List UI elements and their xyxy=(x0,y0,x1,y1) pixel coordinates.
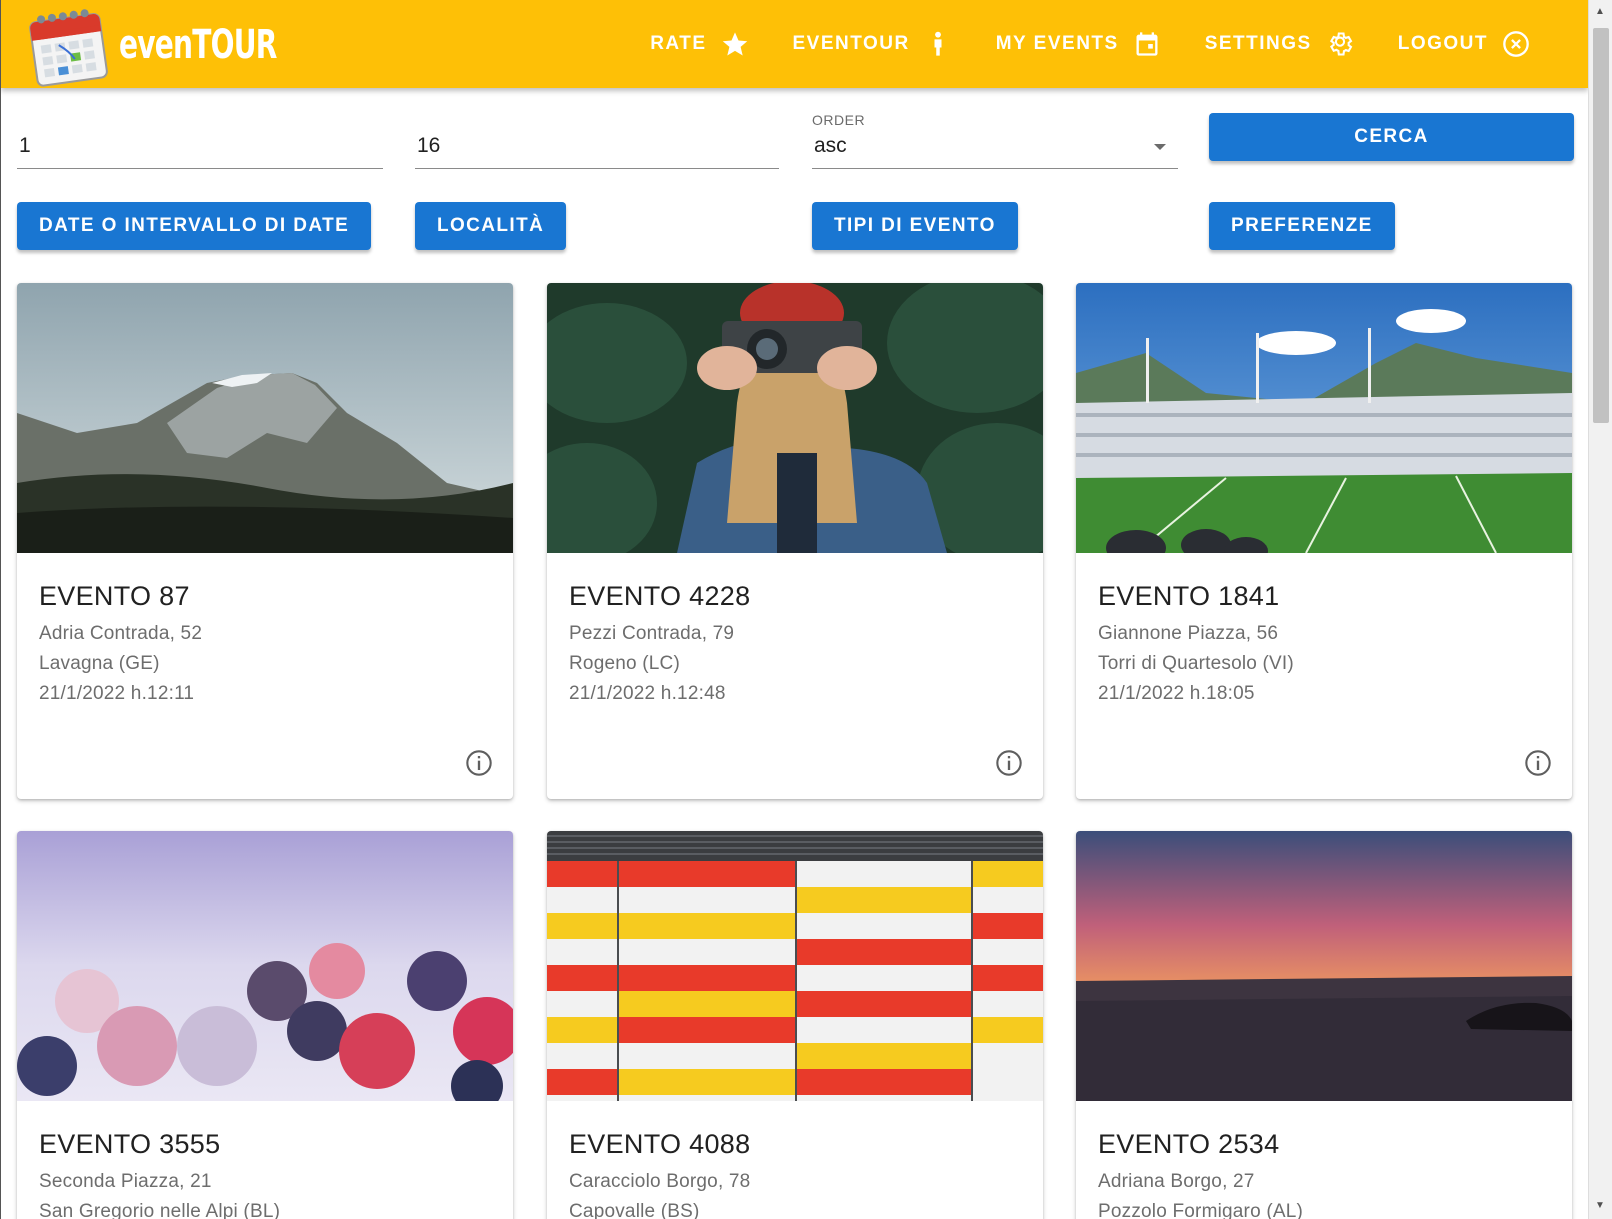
event-card[interactable]: EVENTO 4228 Pezzi Contrada, 79 Rogeno (L… xyxy=(547,283,1043,799)
event-title: EVENTO 1841 xyxy=(1098,581,1280,611)
event-city: San Gregorio nelle Alpi (BL) xyxy=(39,1201,281,1219)
event-types-button[interactable]: TIPI DI EVENTO xyxy=(812,202,1018,250)
brand-name[interactable]: evenTOUR xyxy=(119,22,277,68)
event-address: Adriana Borgo, 27 xyxy=(1098,1171,1255,1192)
search-button[interactable]: CERCA xyxy=(1209,113,1574,161)
event-image-frozen-berries xyxy=(17,831,513,1112)
event-image-striped-wall xyxy=(547,831,1043,1101)
date-range-button[interactable]: DATE O INTERVALLO DI DATE xyxy=(17,202,372,250)
nav-logout[interactable]: LOGOUT xyxy=(1376,30,1552,58)
app-bar: evenTOUR RATE EVENTOUR MY EVENTS SETTING… xyxy=(1,0,1588,88)
info-icon[interactable] xyxy=(465,749,493,777)
event-title: EVENTO 87 xyxy=(39,581,190,611)
nav-settings[interactable]: SETTINGS xyxy=(1183,30,1376,58)
event-image-photographer xyxy=(547,283,1043,563)
event-datetime: 21/1/2022 h.12:11 xyxy=(39,683,195,704)
from-field[interactable]: 1 xyxy=(17,112,383,169)
event-city: Rogeno (LC) xyxy=(569,653,680,674)
person-icon xyxy=(934,31,942,56)
order-value: asc xyxy=(814,134,847,157)
event-address: Pezzi Contrada, 79 xyxy=(569,623,735,644)
nav-my-events-label: MY EVENTS xyxy=(995,33,1119,54)
nav-rate-label: RATE xyxy=(650,33,707,54)
scroll-up-arrow-icon[interactable]: ▲ xyxy=(1595,6,1605,17)
event-datetime: 21/1/2022 h.18:05 xyxy=(1098,683,1255,704)
order-label: ORDER xyxy=(812,112,866,128)
chevron-down-icon xyxy=(1154,144,1166,150)
nav-eventour[interactable]: EVENTOUR xyxy=(771,30,974,58)
to-field[interactable]: 16 xyxy=(415,112,779,169)
event-title: EVENTO 2534 xyxy=(1098,1129,1280,1159)
order-select[interactable]: ORDER asc xyxy=(812,112,1178,169)
info-icon[interactable] xyxy=(1524,749,1552,777)
event-city: Capovalle (BS) xyxy=(569,1201,700,1219)
nav-logout-label: LOGOUT xyxy=(1397,33,1488,54)
event-title: EVENTO 3555 xyxy=(39,1129,221,1159)
event-city: Pozzolo Formigaro (AL) xyxy=(1098,1201,1304,1219)
event-address: Caracciolo Borgo, 78 xyxy=(569,1171,751,1192)
event-title: EVENTO 4228 xyxy=(569,581,751,611)
calendar-logo-icon[interactable] xyxy=(25,4,109,88)
event-address: Seconda Piazza, 21 xyxy=(39,1171,212,1192)
event-card[interactable]: EVENTO 4088 Caracciolo Borgo, 78 Capoval… xyxy=(547,831,1043,1219)
event-title: EVENTO 4088 xyxy=(569,1129,751,1159)
gear-icon xyxy=(1329,32,1353,56)
nav-my-events[interactable]: MY EVENTS xyxy=(974,30,1183,58)
event-image-mountain xyxy=(17,283,513,553)
to-value: 16 xyxy=(417,134,441,157)
event-datetime: 21/1/2022 h.12:48 xyxy=(569,683,726,704)
top-nav: RATE EVENTOUR MY EVENTS SETTINGS LOGOUT xyxy=(628,0,1552,88)
event-city: Lavagna (GE) xyxy=(39,653,160,674)
preferences-button[interactable]: PREFERENZE xyxy=(1209,202,1395,250)
nav-rate[interactable]: RATE xyxy=(628,30,770,58)
app-window: evenTOUR RATE EVENTOUR MY EVENTS SETTING… xyxy=(0,0,1588,1219)
event-image-sunset-sea xyxy=(1076,831,1572,1101)
star-icon xyxy=(722,32,747,56)
event-city: Torri di Quartesolo (VI) xyxy=(1098,653,1294,674)
vertical-scrollbar[interactable]: ▲ ▼ xyxy=(1588,0,1612,1219)
event-address: Giannone Piazza, 56 xyxy=(1098,623,1279,644)
from-value: 1 xyxy=(19,134,31,157)
nav-eventour-label: EVENTOUR xyxy=(792,33,910,54)
location-button[interactable]: LOCALITÀ xyxy=(415,202,567,250)
event-card[interactable]: EVENTO 1841 Giannone Piazza, 56 Torri di… xyxy=(1076,283,1572,799)
event-card[interactable]: EVENTO 2534 Adriana Borgo, 27 Pozzolo Fo… xyxy=(1076,831,1572,1219)
scrollbar-thumb[interactable] xyxy=(1593,28,1609,423)
event-address: Adria Contrada, 52 xyxy=(39,623,203,644)
nav-settings-label: SETTINGS xyxy=(1204,33,1312,54)
scroll-down-arrow-icon[interactable]: ▼ xyxy=(1595,1200,1605,1211)
event-card[interactable]: EVENTO 87 Adria Contrada, 52 Lavagna (GE… xyxy=(17,283,513,799)
event-image-stadium xyxy=(1076,283,1572,566)
close-circle-icon xyxy=(1503,31,1529,57)
calendar-icon xyxy=(1136,32,1158,56)
info-icon[interactable] xyxy=(995,749,1023,777)
event-card[interactable]: EVENTO 3555 Seconda Piazza, 21 San Grego… xyxy=(17,831,513,1219)
